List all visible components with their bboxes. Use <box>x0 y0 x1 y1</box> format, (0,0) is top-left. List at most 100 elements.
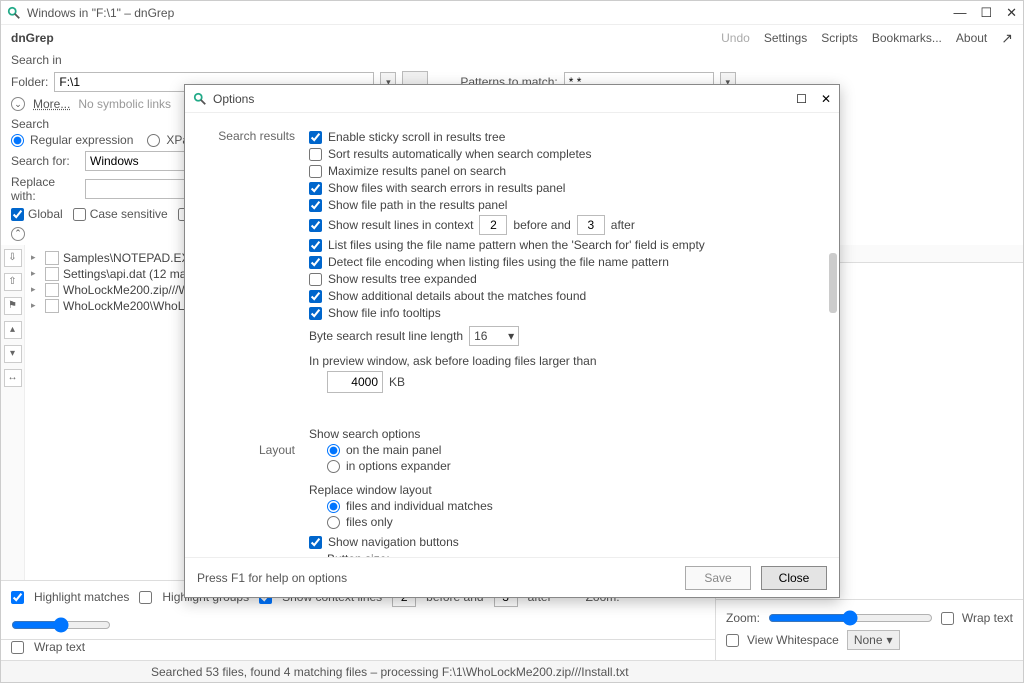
wrap-label: Wrap text <box>34 640 85 654</box>
menubar: dnGrep Undo Settings Scripts Bookmarks..… <box>1 25 1023 51</box>
options-footer: Press F1 for help on options Save Close <box>185 557 839 597</box>
check-path[interactable] <box>309 199 322 212</box>
check-view-whitespace[interactable] <box>726 634 739 647</box>
window-title: Windows in "F:\1" – dnGrep <box>27 6 953 20</box>
replace-with-input[interactable] <box>85 179 185 199</box>
menu-undo[interactable]: Undo <box>721 31 750 45</box>
label-byte-len: Byte search result line length <box>309 329 463 343</box>
bottom-panel-right: Zoom: Wrap text View Whitespace None▾ <box>716 599 1023 660</box>
search-in-label: Search in <box>11 53 1013 67</box>
menu-bookmarks[interactable]: Bookmarks... <box>872 31 942 45</box>
popout-icon[interactable]: ↗ <box>1001 30 1013 47</box>
check-global[interactable] <box>11 208 24 221</box>
check-tooltips[interactable] <box>309 307 322 320</box>
minimize-button[interactable]: — <box>953 5 966 21</box>
radio-files-only[interactable] <box>327 516 340 529</box>
options-dialog: Options ☐ ✕ Search results Layout Enable… <box>184 84 840 598</box>
options-scrollbar[interactable] <box>829 253 837 313</box>
tool-up-icon[interactable]: ⇧ <box>4 273 22 291</box>
radio-xpath[interactable] <box>147 134 160 147</box>
options-maximize-button[interactable]: ☐ <box>796 92 807 106</box>
heading-show-search: Show search options <box>309 427 825 441</box>
label-sticky: Enable sticky scroll in results tree <box>328 130 505 144</box>
radio-expander[interactable] <box>327 460 340 473</box>
check-wrap-right[interactable] <box>941 612 954 625</box>
options-content[interactable]: Enable sticky scroll in results tree Sor… <box>305 113 839 557</box>
tool-flag-icon[interactable]: ⚑ <box>4 297 22 315</box>
search-for-input[interactable] <box>85 151 185 171</box>
label-show-nav: Show navigation buttons <box>328 535 459 549</box>
heading-replace-layout: Replace window layout <box>309 483 825 497</box>
context-before-option[interactable] <box>479 215 507 235</box>
expand-toggle[interactable]: ⌄ <box>11 97 25 111</box>
no-symlinks-text: No symbolic links <box>78 97 171 111</box>
section-layout: Layout <box>259 443 295 457</box>
maximize-button[interactable]: ☐ <box>980 5 992 21</box>
label-list-pattern: List files using the file name pattern w… <box>328 238 705 252</box>
collapse-toggle[interactable]: ⌃ <box>11 227 25 241</box>
wrap-label-right: Wrap text <box>962 611 1013 625</box>
tool-swap-icon[interactable]: ↔ <box>4 369 22 387</box>
titlebar: Windows in "F:\1" – dnGrep — ☐ ✕ <box>1 1 1023 25</box>
window-controls: — ☐ ✕ <box>953 5 1017 21</box>
file-icon <box>45 267 59 281</box>
label-after: after <box>611 218 635 232</box>
check-context[interactable] <box>309 219 322 232</box>
menu-about[interactable]: About <box>956 31 987 45</box>
check-highlight-matches[interactable] <box>11 591 24 604</box>
check-case-label: Case sensitive <box>90 207 168 221</box>
check-show-nav[interactable] <box>309 536 322 549</box>
check-errors[interactable] <box>309 182 322 195</box>
radio-regex[interactable] <box>11 134 24 147</box>
label-maximize: Maximize results panel on search <box>328 164 506 178</box>
radio-regex-label: Regular expression <box>30 133 133 147</box>
options-close-x-button[interactable]: ✕ <box>821 92 831 106</box>
zoom-slider-right[interactable] <box>768 610 933 626</box>
menu-scripts[interactable]: Scripts <box>821 31 858 45</box>
check-list-pattern[interactable] <box>309 239 322 252</box>
label-radio-expander: in options expander <box>346 459 451 473</box>
check-details[interactable] <box>309 290 322 303</box>
preview-kb-input[interactable] <box>327 371 383 393</box>
more-link[interactable]: More... <box>33 97 70 111</box>
tool-top-icon[interactable]: ▴ <box>4 321 22 339</box>
label-radio-files-matches: files and individual matches <box>346 499 493 513</box>
file-icon <box>45 251 59 265</box>
menu-settings[interactable]: Settings <box>764 31 807 45</box>
options-titlebar: Options ☐ ✕ <box>185 85 839 113</box>
byte-len-combo[interactable]: 16▾ <box>469 326 519 346</box>
close-button[interactable]: ✕ <box>1006 5 1017 21</box>
close-button[interactable]: Close <box>761 566 827 590</box>
app-icon <box>7 6 21 20</box>
check-sticky[interactable] <box>309 131 322 144</box>
save-button[interactable]: Save <box>685 566 751 590</box>
section-search-results: Search results <box>185 129 295 143</box>
check-expanded[interactable] <box>309 273 322 286</box>
check-maximize[interactable] <box>309 165 322 178</box>
check-highlight-groups[interactable] <box>139 591 152 604</box>
zoom-slider[interactable] <box>11 617 111 633</box>
chevron-down-icon: ▾ <box>887 633 893 647</box>
radio-main-panel[interactable] <box>327 444 340 457</box>
label-radio-files-only: files only <box>346 515 393 529</box>
check-wrap[interactable] <box>11 641 24 654</box>
check-case[interactable] <box>73 208 86 221</box>
check-sort[interactable] <box>309 148 322 161</box>
check-detect-enc[interactable] <box>309 256 322 269</box>
label-before-and: before and <box>513 218 570 232</box>
context-after-option[interactable] <box>577 215 605 235</box>
whitespace-combo[interactable]: None▾ <box>847 630 900 650</box>
view-whitespace-label: View Whitespace <box>747 633 839 647</box>
file-icon <box>45 283 59 297</box>
label-tooltips: Show file info tooltips <box>328 306 441 320</box>
options-icon <box>193 92 207 106</box>
label-context: Show result lines in context <box>328 218 473 232</box>
tool-down-icon[interactable]: ⇩ <box>4 249 22 267</box>
highlight-matches-label: Highlight matches <box>34 590 129 604</box>
status-text: Searched 53 files, found 4 matching file… <box>151 665 629 679</box>
label-kb: KB <box>389 375 405 389</box>
radio-files-matches[interactable] <box>327 500 340 513</box>
tool-bottom-icon[interactable]: ▾ <box>4 345 22 363</box>
label-details: Show additional details about the matche… <box>328 289 586 303</box>
search-for-label: Search for: <box>11 154 79 168</box>
